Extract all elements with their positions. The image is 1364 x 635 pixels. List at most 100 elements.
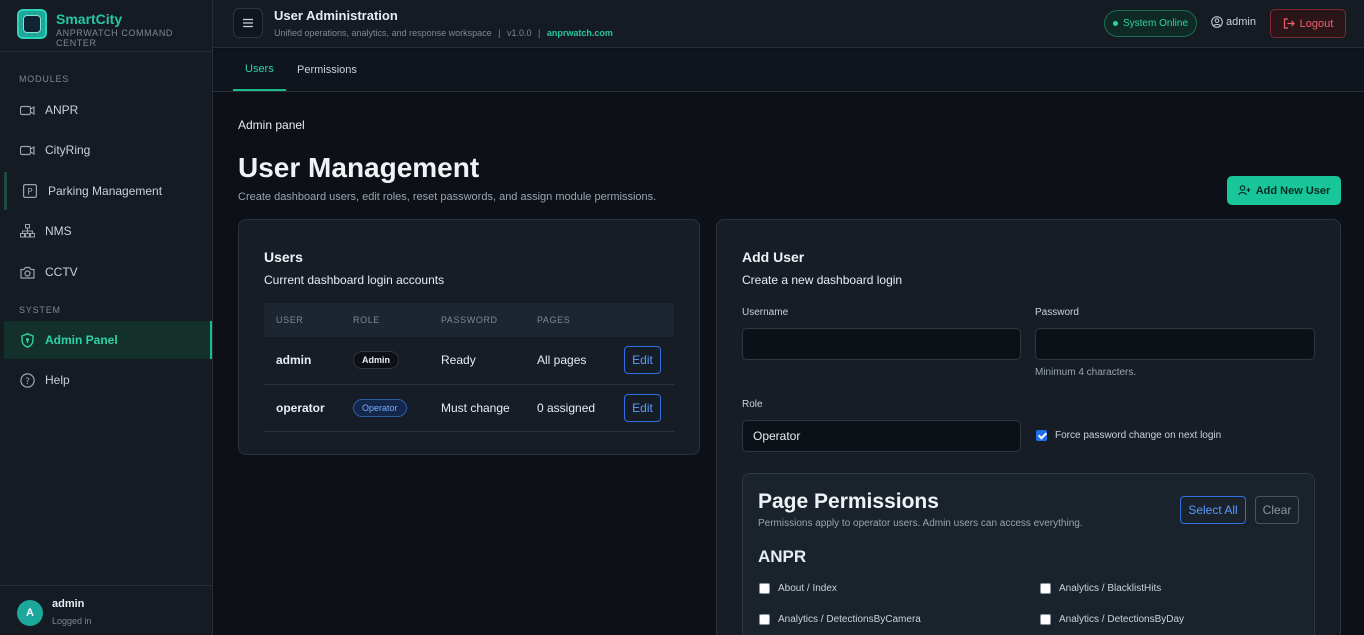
sidebar-item-nms[interactable]: NMS xyxy=(4,212,212,250)
role-cell: Admin xyxy=(341,337,429,385)
sidebar-item-parking-management[interactable]: P Parking Management xyxy=(4,172,212,210)
role-cell: Operator xyxy=(341,384,429,432)
tab-permissions[interactable]: Permissions xyxy=(285,49,369,91)
add-new-user-label: Add New User xyxy=(1255,184,1331,197)
column-header-role: ROLE xyxy=(353,315,380,325)
system-status-badge: System Online xyxy=(1104,10,1197,37)
users-card-subtitle: Current dashboard login accounts xyxy=(264,273,445,287)
table-row: operator Operator Must change 0 assigned… xyxy=(264,384,674,432)
hamburger-icon xyxy=(243,18,253,28)
header-subtitle: Unified operations, analytics, and respo… xyxy=(274,28,613,38)
camera-icon xyxy=(18,141,36,159)
parking-icon: P xyxy=(21,182,39,200)
pages-cell: 0 assigned xyxy=(525,384,612,432)
password-input[interactable] xyxy=(1035,328,1315,360)
actions-cell: Edit xyxy=(612,337,674,385)
add-user-icon xyxy=(1237,185,1251,196)
sidebar-item-cityring[interactable]: CityRing xyxy=(4,131,212,169)
role-badge: Operator xyxy=(353,398,407,417)
svg-text:P: P xyxy=(27,188,33,198)
role-select[interactable]: Operator xyxy=(742,420,1021,452)
app-version: v1.0.0 xyxy=(507,28,532,38)
permission-item[interactable]: Analytics / BlacklistHits xyxy=(1040,583,1161,594)
column-header-password: PASSWORD xyxy=(441,315,498,325)
brand-subtitle: ANPRWATCH COMMAND CENTER xyxy=(56,28,174,48)
header-title: User Administration xyxy=(274,8,398,23)
sidebar-item-anpr[interactable]: ANPR xyxy=(4,91,212,129)
column-header-actions xyxy=(612,303,674,337)
clear-button[interactable]: Clear xyxy=(1255,496,1299,524)
header-description: Unified operations, analytics, and respo… xyxy=(274,28,492,38)
user-cell: operator xyxy=(264,384,341,432)
permission-checkbox[interactable] xyxy=(1040,614,1051,625)
status-dot-icon xyxy=(1112,21,1118,26)
help-icon: ? xyxy=(18,371,36,389)
add-user-subtitle: Create a new dashboard login xyxy=(742,273,903,287)
sidebar-item-label: Help xyxy=(45,373,70,387)
brand-name: SmartCity xyxy=(56,11,123,27)
app-logo xyxy=(17,9,47,39)
sidebar-item-label: CityRing xyxy=(45,143,91,157)
add-user-title: Add User xyxy=(742,249,805,265)
top-header: User Administration Unified operations, … xyxy=(213,0,1364,48)
permission-checkbox[interactable] xyxy=(1040,583,1051,594)
actions-cell: Edit xyxy=(612,384,674,432)
username-label: Username xyxy=(742,307,789,318)
network-icon xyxy=(18,222,36,240)
permission-item[interactable]: Analytics / DetectionsByDay xyxy=(1040,614,1184,625)
permission-label: Analytics / BlacklistHits xyxy=(1059,583,1162,594)
username-input[interactable] xyxy=(742,328,1021,360)
footer-login-status: Logged in xyxy=(52,616,92,626)
permission-label: About / Index xyxy=(778,583,837,594)
edit-user-button[interactable]: Edit xyxy=(624,393,661,422)
sidebar: SmartCity ANPRWATCH COMMAND CENTER MODUL… xyxy=(0,0,213,635)
sidebar-item-cctv[interactable]: CCTV xyxy=(4,253,212,291)
tab-bar: Users Permissions xyxy=(213,49,1364,92)
shield-icon xyxy=(18,331,36,349)
users-card: Users Current dashboard login accounts U… xyxy=(238,219,700,455)
page-subtitle: Create dashboard users, edit roles, rese… xyxy=(238,191,657,203)
permission-checkbox[interactable] xyxy=(759,614,770,625)
breadcrumb: Admin panel xyxy=(238,118,305,132)
permission-item[interactable]: Analytics / DetectionsByCamera xyxy=(759,614,921,625)
domain-link[interactable]: anprwatch.com xyxy=(547,28,613,38)
permission-item[interactable]: About / Index xyxy=(759,583,837,594)
sidebar-item-help[interactable]: ? Help xyxy=(4,361,212,399)
force-password-change-checkbox[interactable] xyxy=(1036,430,1047,441)
svg-text:?: ? xyxy=(25,377,30,387)
sidebar-item-label: Admin Panel xyxy=(45,333,118,347)
force-password-change-option[interactable]: Force password change on next login xyxy=(1036,430,1221,441)
column-header-user: USER xyxy=(276,315,304,325)
users-card-title: Users xyxy=(264,249,303,265)
page-title: User Management xyxy=(238,152,480,183)
logout-icon xyxy=(1283,18,1295,29)
tab-users[interactable]: Users xyxy=(233,49,286,91)
permission-label: Analytics / DetectionsByDay xyxy=(1059,614,1185,625)
user-circle-icon xyxy=(1211,16,1223,28)
pages-cell: All pages xyxy=(525,337,612,385)
users-table: USER ROLE PASSWORD PAGES admin Admin Rea… xyxy=(264,303,674,432)
permission-checkbox[interactable] xyxy=(759,583,770,594)
column-header-pages: PAGES xyxy=(537,315,571,325)
logout-label: Logout xyxy=(1299,17,1334,30)
force-password-change-label: Force password change on next login xyxy=(1055,430,1222,441)
password-label: Password xyxy=(1035,307,1079,318)
current-user-name: admin xyxy=(1226,16,1256,28)
footer-username: admin xyxy=(52,598,85,610)
table-header-row: USER ROLE PASSWORD PAGES xyxy=(264,303,674,337)
sidebar-item-label: CCTV xyxy=(45,265,78,279)
current-user[interactable]: admin xyxy=(1211,16,1256,28)
user-cell: admin xyxy=(264,337,341,385)
logout-button[interactable]: Logout xyxy=(1270,9,1346,38)
permissions-subtitle: Permissions apply to operator users. Adm… xyxy=(758,518,1083,529)
sidebar-item-label: ANPR xyxy=(45,103,79,117)
sidebar-user-footer[interactable]: A admin Logged in xyxy=(0,585,212,635)
select-all-button[interactable]: Select All xyxy=(1180,496,1246,524)
menu-toggle-button[interactable] xyxy=(233,8,263,38)
brand[interactable]: SmartCity ANPRWATCH COMMAND CENTER xyxy=(0,0,212,52)
table-row: admin Admin Ready All pages Edit xyxy=(264,337,674,385)
permissions-title: Page Permissions xyxy=(758,490,939,513)
edit-user-button[interactable]: Edit xyxy=(624,346,661,375)
sidebar-item-admin-panel[interactable]: Admin Panel xyxy=(4,321,212,359)
add-new-user-button[interactable]: Add New User xyxy=(1227,176,1341,205)
